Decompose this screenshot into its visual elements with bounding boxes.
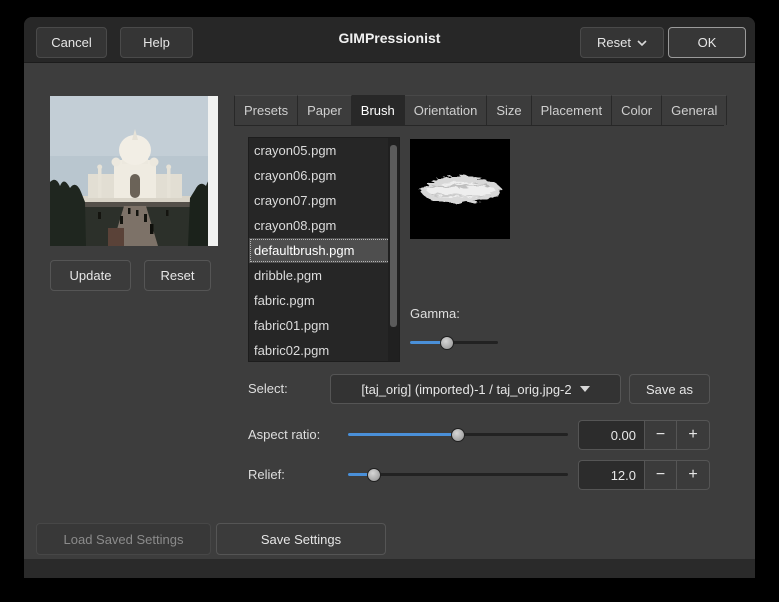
relief-slider[interactable]	[348, 467, 568, 483]
brush-file-list[interactable]: crayon05.pgm crayon06.pgm crayon07.pgm cray…	[248, 137, 400, 362]
chevron-down-icon	[579, 386, 590, 392]
relief-value[interactable]: 12.0	[578, 460, 644, 490]
gamma-slider-track	[410, 341, 498, 344]
aspect-increment-button[interactable]: +	[677, 420, 710, 450]
preview-image	[50, 96, 218, 246]
list-item[interactable]: crayon08.pgm	[249, 213, 399, 238]
plus-icon: +	[688, 466, 698, 483]
tab-size[interactable]: Size	[487, 95, 532, 125]
aspect-ratio-value[interactable]: 0.00	[578, 420, 644, 450]
preview-reset-label: Reset	[160, 268, 195, 283]
relief-label: Relief:	[248, 467, 285, 482]
aspect-slider-thumb[interactable]	[451, 428, 465, 442]
list-item[interactable]: fabric02.pgm	[249, 338, 399, 361]
chevron-down-icon	[637, 39, 647, 46]
relief-decrement-button[interactable]: −	[644, 460, 677, 490]
tab-orientation[interactable]: Orientation	[404, 95, 488, 125]
tab-general[interactable]: General	[662, 95, 728, 125]
ok-label: OK	[697, 35, 717, 50]
relief-slider-thumb[interactable]	[367, 468, 382, 482]
minus-icon: −	[655, 426, 666, 443]
aspect-ratio-label: Aspect ratio:	[248, 427, 321, 442]
list-item[interactable]: crayon05.pgm	[249, 138, 399, 163]
header-bar: Cancel Help GIMPressionist Reset OK	[24, 17, 755, 63]
load-saved-settings-button[interactable]: Load Saved Settings	[36, 523, 211, 555]
update-label: Update	[69, 268, 112, 283]
save-settings-label: Save Settings	[260, 531, 342, 547]
tab-paper[interactable]: Paper	[298, 95, 352, 125]
preview-reset-button[interactable]: Reset	[144, 260, 211, 291]
gamma-slider-thumb[interactable]	[439, 336, 454, 350]
list-item[interactable]: crayon07.pgm	[249, 188, 399, 213]
brush-stroke-preview	[410, 139, 510, 239]
tab-color[interactable]: Color	[612, 95, 663, 125]
list-scrollbar[interactable]	[388, 138, 399, 361]
gimpressionist-dialog: Cancel Help GIMPressionist Reset OK Upda…	[24, 17, 755, 578]
reset-label: Reset	[597, 35, 631, 50]
tab-bar: Presets Paper Brush Orientation Size Placemen…	[234, 95, 728, 126]
gamma-label: Gamma:	[410, 306, 460, 321]
save-as-label: Save as	[646, 381, 693, 397]
load-saved-settings-label: Load Saved Settings	[63, 531, 184, 547]
list-item[interactable]: crayon06.pgm	[249, 163, 399, 188]
brush-file-items: crayon05.pgm crayon06.pgm crayon07.pgm cray…	[249, 138, 399, 361]
save-as-button[interactable]: Save as	[629, 374, 710, 404]
list-item[interactable]: dribble.pgm	[249, 263, 399, 288]
aspect-ratio-slider[interactable]	[348, 427, 568, 443]
brush-select-value: [taj_orig] (imported)-1 / taj_orig.jpg-2	[361, 381, 572, 397]
gamma-slider[interactable]	[410, 335, 498, 351]
aspect-decrement-button[interactable]: −	[644, 420, 677, 450]
tab-brush[interactable]: Brush	[351, 95, 405, 125]
reset-dropdown-button[interactable]: Reset	[580, 27, 664, 58]
scrollbar-thumb[interactable]	[390, 145, 397, 327]
plus-icon: +	[688, 426, 698, 443]
update-button[interactable]: Update	[50, 260, 131, 291]
relief-increment-button[interactable]: +	[677, 460, 710, 490]
save-settings-button[interactable]: Save Settings	[216, 523, 386, 555]
minus-icon: −	[655, 466, 666, 483]
list-item[interactable]: fabric.pgm	[249, 288, 399, 313]
tab-placement[interactable]: Placement	[531, 95, 613, 125]
list-item[interactable]: defaultbrush.pgm	[249, 238, 399, 263]
list-item[interactable]: fabric01.pgm	[249, 313, 399, 338]
select-label: Select:	[248, 381, 288, 396]
brush-select-dropdown[interactable]: [taj_orig] (imported)-1 / taj_orig.jpg-2	[330, 374, 621, 404]
tab-presets[interactable]: Presets	[234, 95, 299, 125]
ok-button[interactable]: OK	[668, 27, 746, 58]
taj-mahal-photo	[50, 96, 218, 246]
